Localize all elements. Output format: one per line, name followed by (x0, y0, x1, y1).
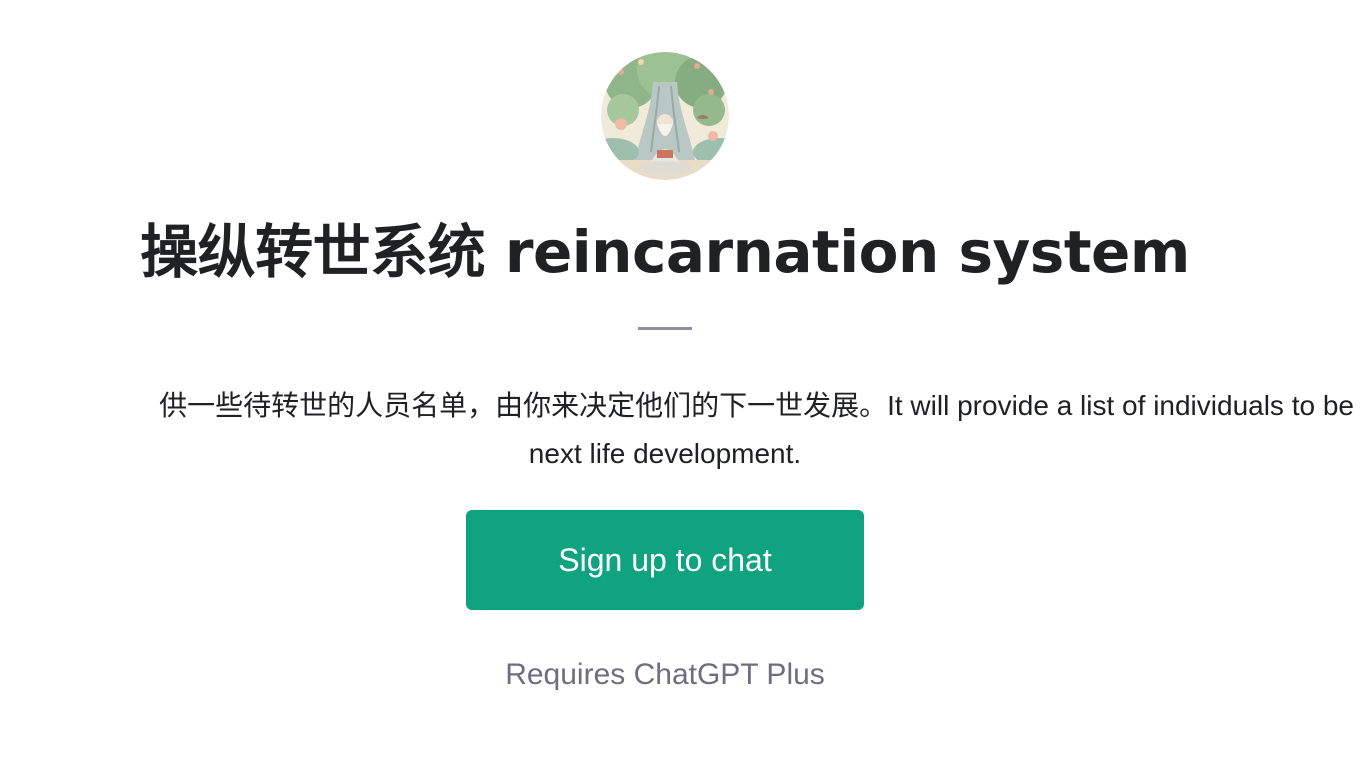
sage-under-tree-icon (601, 52, 729, 180)
sign-up-to-chat-button[interactable]: Sign up to chat (466, 510, 864, 610)
gpt-description: 供一些待转世的人员名单，由你来决定他们的下一世发展。It will provid… (0, 382, 1360, 482)
description-line-2: next life development. (528, 438, 802, 469)
gpt-title: 操纵转世系统 reincarnation system (140, 218, 1190, 286)
requires-plus-note: Requires ChatGPT Plus (505, 658, 825, 691)
gpt-avatar (601, 52, 729, 180)
title-divider (638, 327, 692, 330)
description-line-1: 供一些待转世的人员名单，由你来决定他们的下一世发展。It will provid… (159, 390, 1354, 421)
